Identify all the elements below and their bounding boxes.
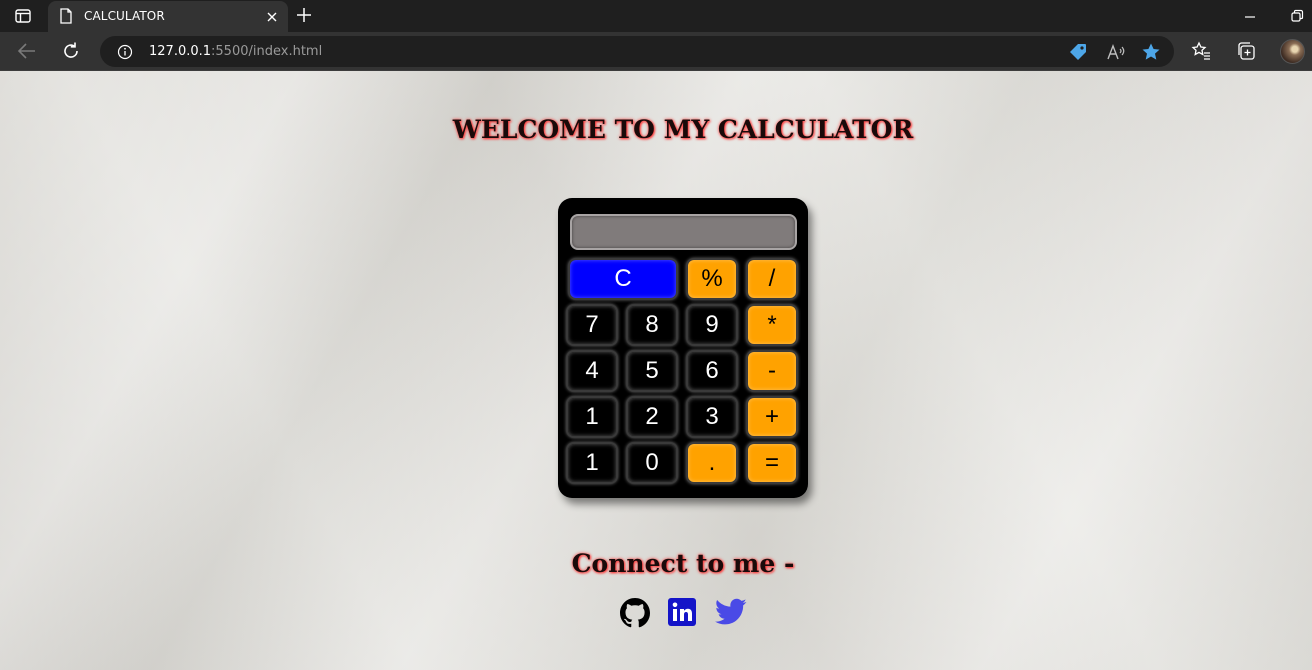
coupon-tag-icon[interactable]: [1068, 42, 1088, 67]
minimize-icon[interactable]: [1244, 10, 1256, 28]
minus-button[interactable]: -: [746, 350, 798, 392]
tab-actions-icon[interactable]: [10, 6, 36, 26]
plus-button[interactable]: +: [746, 396, 798, 438]
connect-heading: Connect to me -: [571, 549, 795, 578]
multiply-button[interactable]: *: [746, 304, 798, 346]
url-path: :5500/index.html: [211, 44, 323, 59]
browser-tab-bar: CALCULATOR: [0, 0, 1312, 32]
decimal-button[interactable]: .: [686, 442, 738, 484]
github-icon[interactable]: [620, 598, 650, 633]
restore-window-icon[interactable]: [1290, 9, 1304, 28]
percent-button[interactable]: %: [686, 258, 738, 300]
tab-title: CALCULATOR: [84, 9, 165, 23]
digit-6-button[interactable]: 6: [686, 350, 738, 392]
digit-1-button[interactable]: 1: [566, 396, 618, 438]
url-host: 127.0.0.1: [149, 44, 212, 59]
reload-icon[interactable]: [61, 41, 81, 66]
digit-8-button[interactable]: 8: [626, 304, 678, 346]
collections-icon[interactable]: [1236, 41, 1256, 66]
favorites-icon[interactable]: [1191, 41, 1211, 66]
address-bar[interactable]: 127.0.0.1:5500/index.html: [100, 36, 1174, 67]
linkedin-icon[interactable]: [668, 598, 696, 631]
digit-9-button[interactable]: 9: [686, 304, 738, 346]
back-arrow-icon[interactable]: [17, 42, 37, 65]
digit-4-button[interactable]: 4: [566, 350, 618, 392]
browser-toolbar: 127.0.0.1:5500/index.html: [0, 32, 1312, 71]
read-aloud-icon[interactable]: [1106, 43, 1126, 66]
digit-7-button[interactable]: 7: [566, 304, 618, 346]
calculator: C % / 7 8 9 * 4 5 6 - 1 2 3 + 1 0 . =: [558, 198, 808, 498]
site-info-icon[interactable]: [117, 44, 133, 65]
favorite-star-icon[interactable]: [1141, 42, 1161, 67]
equals-button[interactable]: =: [746, 442, 798, 484]
digit-3-button[interactable]: 3: [686, 396, 738, 438]
digit-2-button[interactable]: 2: [626, 396, 678, 438]
page-title: WELCOME TO MY CALCULATOR: [452, 115, 914, 144]
new-tab-icon[interactable]: [296, 7, 312, 28]
twitter-icon[interactable]: [715, 598, 747, 631]
browser-tab[interactable]: CALCULATOR: [48, 1, 288, 32]
divide-button[interactable]: /: [746, 258, 798, 300]
calculator-display[interactable]: [570, 214, 797, 250]
clear-button[interactable]: C: [568, 258, 678, 300]
digit-5-button[interactable]: 5: [626, 350, 678, 392]
profile-avatar[interactable]: [1280, 39, 1305, 64]
url-text[interactable]: 127.0.0.1:5500/index.html: [149, 44, 322, 59]
document-icon: [59, 8, 73, 29]
digit-1-button-secondary[interactable]: 1: [566, 442, 618, 484]
close-tab-icon[interactable]: [266, 10, 278, 28]
digit-0-button[interactable]: 0: [626, 442, 678, 484]
page-body: WELCOME TO MY CALCULATOR C % / 7 8 9 * 4…: [0, 71, 1312, 670]
